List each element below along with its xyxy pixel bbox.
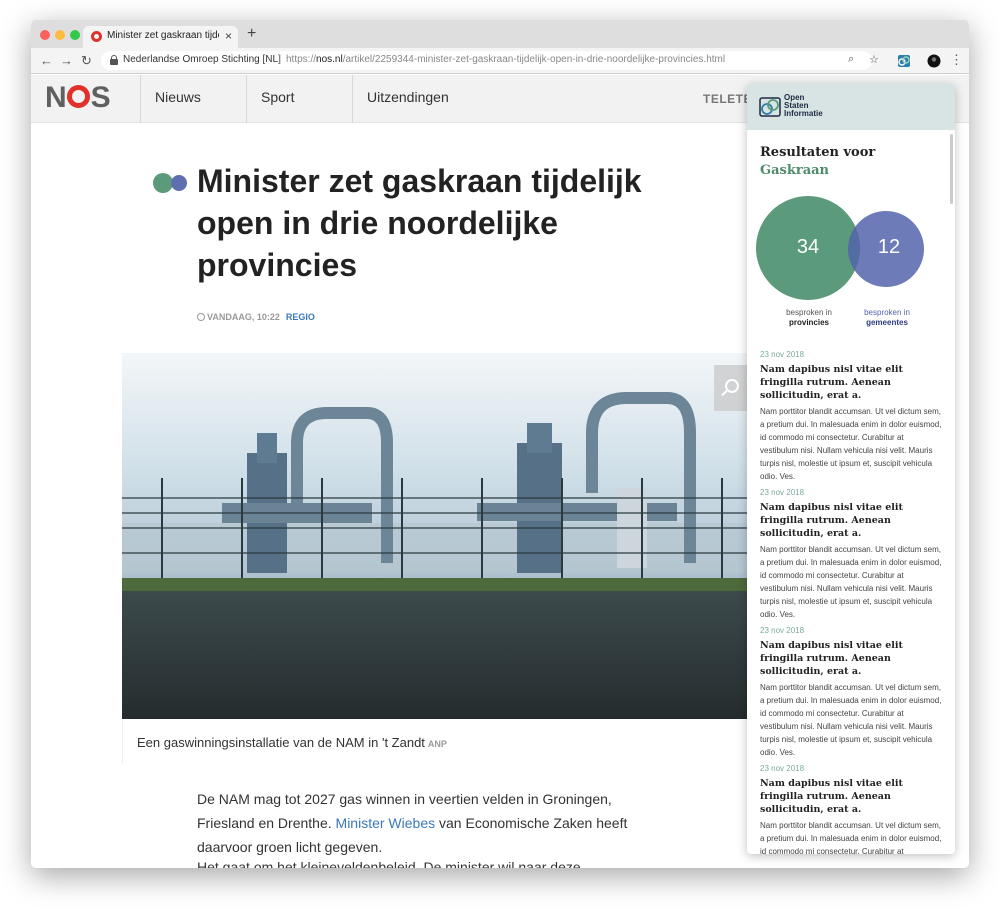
new-tab-button[interactable]: + [247, 25, 256, 43]
browser-tab[interactable]: Minister zet gaskraan tijdelijk o × [83, 26, 238, 48]
image-zoom-button[interactable] [714, 365, 749, 411]
nos-favicon-icon [91, 31, 102, 42]
tab-title: Minister zet gaskraan tijdelijk o [107, 30, 219, 41]
browser-window: Minister zet gaskraan tijdelijk o × + ← … [31, 20, 969, 868]
result-date: 23 nov 2018 [760, 488, 805, 497]
gas-installation-photo [122, 353, 749, 719]
nav-item-uitzendingen[interactable]: Uitzendingen [352, 75, 472, 123]
provinces-label: besproken in provincies [786, 308, 832, 327]
result-date: 23 nov 2018 [760, 764, 805, 773]
forward-icon[interactable]: → [60, 53, 73, 68]
address-bar[interactable]: Nederlandse Omroep Stichting [NL] | http… [101, 51, 879, 70]
result-snippet: Nam porttitor blandit accumsan. Ut vel d… [760, 821, 942, 854]
open-staten-logo-icon [759, 97, 781, 117]
back-icon[interactable]: ← [40, 53, 53, 68]
photo-credit: ANP [427, 739, 447, 749]
minimize-window-button[interactable] [55, 30, 65, 40]
close-window-button[interactable] [40, 30, 50, 40]
web-page: NS Nieuws Sport Uitzendingen TELETEK Min… [31, 75, 969, 868]
provinces-count: 34 [796, 236, 820, 258]
browser-toolbar: ← → ↻ Nederlandse Omroep Stichting [NL] … [31, 48, 969, 74]
zoom-window-button[interactable] [70, 30, 80, 40]
result-date: 23 nov 2018 [760, 626, 805, 635]
result-snippet: Nam porttitor blandit accumsan. Ut vel d… [760, 683, 942, 757]
article-region-link[interactable]: REGIO [286, 312, 315, 322]
reload-icon[interactable]: ↻ [81, 53, 92, 69]
result-title[interactable]: Nam dapibus nisl vitae elit fringilla ru… [760, 777, 942, 816]
article-paragraph-2: Het gaat om het kleineveldenbeleid. De m… [197, 859, 581, 868]
browser-menu-icon[interactable]: ⋮ [950, 52, 963, 68]
result-item[interactable]: 23 nov 2018 Nam dapibus nisl vitae elit … [760, 350, 942, 483]
result-title[interactable]: Nam dapibus nisl vitae elit fringilla ru… [760, 501, 942, 540]
url-text: https://nos.nl/artikel/2259344-minister-… [286, 54, 726, 65]
profile-avatar-icon[interactable] [927, 54, 941, 68]
result-date: 23 nov 2018 [760, 350, 805, 359]
open-staten-extension-icon[interactable] [897, 54, 911, 68]
zoom-icon[interactable]: ⌕ [848, 53, 854, 66]
result-snippet: Nam porttitor blandit accumsan. Ut vel d… [760, 545, 942, 619]
caption-divider [122, 719, 123, 763]
municipalities-count: 12 [877, 236, 901, 258]
minister-wiebes-link[interactable]: Minister Wiebes [336, 815, 436, 831]
panel-header: Open Staten Informatie [747, 84, 955, 130]
result-title[interactable]: Nam dapibus nisl vitae elit fringilla ru… [760, 363, 942, 402]
panel-scrollbar[interactable] [950, 134, 953, 204]
result-item[interactable]: 23 nov 2018 Nam dapibus nisl vitae elit … [760, 626, 942, 759]
clock-icon [197, 313, 205, 321]
tab-strip: Minister zet gaskraan tijdelijk o × + [31, 20, 969, 48]
result-item[interactable]: 23 nov 2018 Nam dapibus nisl vitae elit … [760, 764, 942, 854]
lock-icon [110, 55, 118, 65]
open-staten-brand: Open Staten Informatie [784, 93, 823, 118]
result-snippet: Nam porttitor blandit accumsan. Ut vel d… [760, 407, 942, 481]
open-staten-panel: Open Staten Informatie Resultaten voor G… [747, 84, 955, 854]
article-paragraph: De NAM mag tot 2027 gas winnen in veerti… [197, 791, 628, 855]
nos-logo-o-icon [66, 85, 90, 108]
search-query: Gaskraan [760, 163, 829, 178]
results-heading: Resultaten voor [760, 145, 876, 160]
venn-diagram: 34 12 [747, 196, 955, 306]
nav-item-sport[interactable]: Sport [246, 75, 352, 123]
nav-item-nieuws[interactable]: Nieuws [140, 75, 246, 123]
bookmark-star-icon[interactable]: ☆ [869, 53, 879, 66]
result-item[interactable]: 23 nov 2018 Nam dapibus nisl vitae elit … [760, 488, 942, 621]
nos-logo[interactable]: NS [45, 81, 111, 115]
article-meta: VANDAAG, 10:22 REGIO [197, 312, 315, 322]
photo-caption: Een gaswinningsinstallatie van de NAM in… [137, 735, 447, 750]
tab-close-icon[interactable]: × [225, 29, 232, 43]
site-identity: Nederlandse Omroep Stichting [NL] [123, 54, 281, 65]
article-headline: Minister zet gaskraan tijdelijk open in … [197, 163, 642, 283]
result-title[interactable]: Nam dapibus nisl vitae elit fringilla ru… [760, 639, 942, 678]
municipalities-label: besproken in gemeentes [864, 308, 910, 327]
separator: | [278, 54, 281, 65]
article-timestamp: VANDAAG, 10:22 [207, 312, 280, 322]
